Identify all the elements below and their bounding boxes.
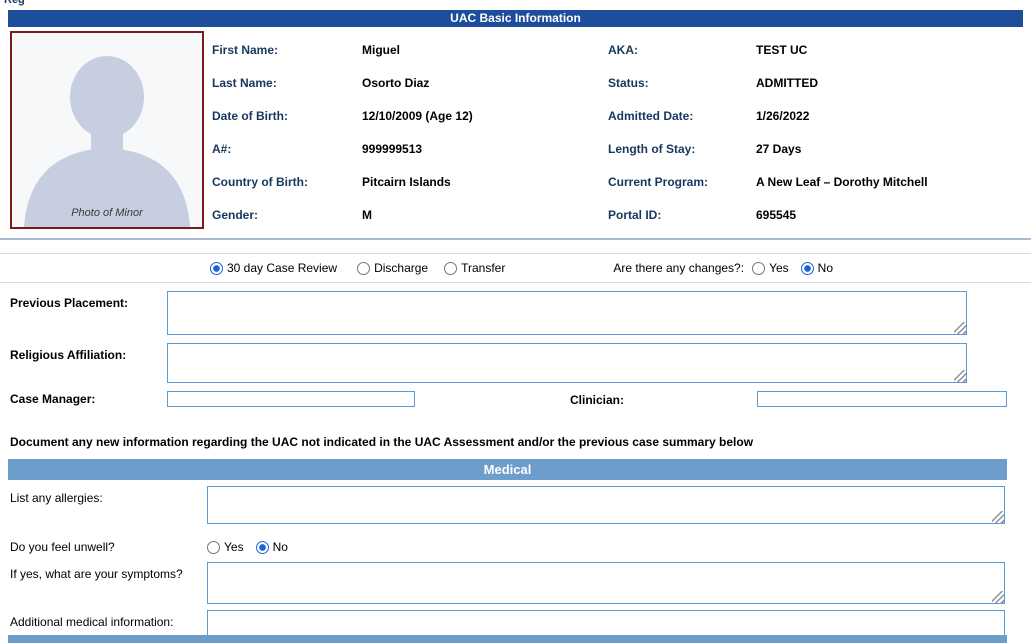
gender-label: Gender:: [212, 208, 362, 222]
allergies-label: List any allergies:: [10, 486, 207, 524]
gender-value: M: [362, 208, 608, 222]
radio-unwell-no-label[interactable]: No: [273, 540, 288, 554]
symptoms-row: If yes, what are your symptoms?: [10, 562, 1021, 604]
radio-transfer-label[interactable]: Transfer: [461, 261, 505, 275]
portal-id-label: Portal ID:: [608, 208, 756, 222]
any-changes-group: Are there any changes?: Yes No: [613, 261, 833, 275]
first-name-value: Miguel: [362, 43, 608, 57]
radio-transfer[interactable]: [444, 262, 457, 275]
clipped-text-fragment: Reg: [4, 0, 25, 6]
symptoms-textarea[interactable]: [207, 562, 1005, 604]
last-name-value: Osorto Diaz: [362, 76, 608, 90]
photo-caption: Photo of Minor: [12, 207, 202, 219]
admitted-date-value: 1/26/2022: [756, 109, 1031, 123]
portal-id-value: 695545: [756, 208, 1031, 222]
country-of-birth-label: Country of Birth:: [212, 175, 362, 189]
country-of-birth-value: Pitcairn Islands: [362, 175, 608, 189]
date-of-birth-value: 12/10/2009 (Age 12): [362, 109, 608, 123]
aka-label: AKA:: [608, 43, 756, 57]
new-information-instruction: Document any new information regarding t…: [10, 435, 1021, 449]
a-number-label: A#:: [212, 142, 362, 156]
last-name-label: Last Name:: [212, 76, 362, 90]
radio-discharge-label[interactable]: Discharge: [374, 261, 428, 275]
previous-placement-textarea[interactable]: [167, 291, 967, 335]
previous-placement-row: Previous Placement:: [10, 291, 1021, 335]
status-value: ADMITTED: [756, 76, 1031, 90]
radio-changes-no[interactable]: [801, 262, 814, 275]
admitted-date-label: Admitted Date:: [608, 109, 756, 123]
next-section-header-partial: [8, 635, 1007, 643]
religious-affiliation-row: Religious Affiliation:: [10, 343, 1021, 383]
unwell-label: Do you feel unwell?: [10, 540, 207, 554]
religious-affiliation-label: Religious Affiliation:: [10, 343, 167, 383]
case-manager-label: Case Manager:: [10, 392, 167, 406]
uac-basic-info-header: UAC Basic Information: [8, 10, 1023, 27]
a-number-value: 999999513: [362, 142, 608, 156]
uac-case-review-page: Reg UAC Basic Information Photo of Minor…: [0, 0, 1031, 643]
symptoms-label: If yes, what are your symptoms?: [10, 562, 207, 604]
case-manager-input[interactable]: [167, 391, 415, 407]
first-name-label: First Name:: [212, 43, 362, 57]
radio-changes-yes-label[interactable]: Yes: [769, 261, 789, 275]
radio-unwell-yes[interactable]: [207, 541, 220, 554]
date-of-birth-label: Date of Birth:: [212, 109, 362, 123]
allergies-row: List any allergies:: [10, 486, 1021, 524]
separator-line: [0, 282, 1031, 283]
radio-30-day-case-review-label[interactable]: 30 day Case Review: [227, 261, 337, 275]
review-type-row: 30 day Case Review Discharge Transfer Ar…: [10, 254, 1021, 282]
radio-discharge[interactable]: [357, 262, 370, 275]
radio-unwell-no[interactable]: [256, 541, 269, 554]
religious-affiliation-textarea[interactable]: [167, 343, 967, 383]
previous-placement-label: Previous Placement:: [10, 291, 167, 335]
unwell-row: Do you feel unwell? Yes No: [10, 538, 1021, 556]
current-program-value: A New Leaf – Dorothy Mitchell: [756, 175, 1031, 189]
current-program-label: Current Program:: [608, 175, 756, 189]
person-silhouette-icon: [12, 33, 202, 227]
any-changes-question: Are there any changes?:: [613, 261, 744, 275]
basic-info-section: Photo of Minor First Name: Miguel AKA: T…: [0, 27, 1031, 231]
radio-unwell-yes-label[interactable]: Yes: [224, 540, 244, 554]
medical-section-header: Medical: [8, 459, 1007, 480]
case-manager-clinician-row: Case Manager: Clinician:: [10, 391, 1021, 407]
status-label: Status:: [608, 76, 756, 90]
basic-info-grid: First Name: Miguel AKA: TEST UC Last Nam…: [212, 31, 1031, 231]
radio-changes-no-label[interactable]: No: [818, 261, 833, 275]
review-type-options: 30 day Case Review Discharge Transfer: [10, 261, 505, 275]
radio-30-day-case-review[interactable]: [210, 262, 223, 275]
radio-changes-yes[interactable]: [752, 262, 765, 275]
photo-of-minor-frame: Photo of Minor: [10, 31, 204, 229]
length-of-stay-value: 27 Days: [756, 142, 1031, 156]
allergies-textarea[interactable]: [207, 486, 1005, 524]
clinician-input[interactable]: [757, 391, 1007, 407]
clinician-label: Clinician:: [570, 391, 757, 407]
separator-line: [0, 238, 1031, 240]
aka-value: TEST UC: [756, 43, 1031, 57]
length-of-stay-label: Length of Stay:: [608, 142, 756, 156]
